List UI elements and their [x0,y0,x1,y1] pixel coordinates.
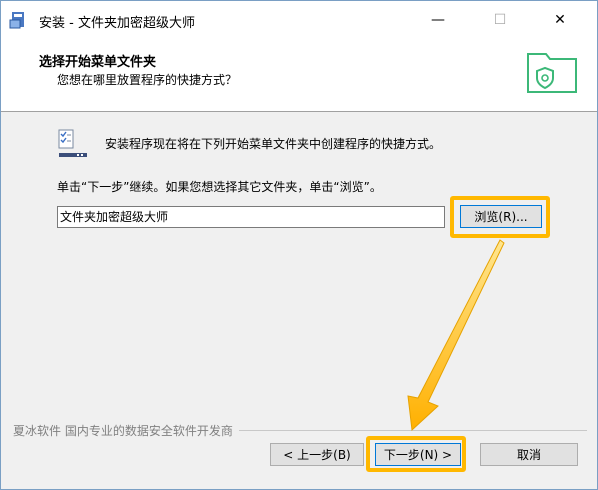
window-title: 安装 - 文件夹加密超级大师 [39,16,195,31]
maximize-icon: ☐ [493,12,507,28]
title-bar[interactable]: 安装 - 文件夹加密超级大师 — ☐ ✕ [1,1,597,39]
wizard-body: 安装程序现在将在下列开始菜单文件夹中创建程序的快捷方式。 单击“下一步”继续。如… [1,112,597,412]
start-menu-folder-input[interactable]: 文件夹加密超级大师 [57,206,445,228]
next-highlight-box [366,436,466,472]
minimize-icon: — [431,12,445,28]
minimize-button[interactable]: — [415,1,461,39]
installer-window: 安装 - 文件夹加密超级大师 — ☐ ✕ 选择开始菜单文件夹 您想在哪里放置程序… [0,0,598,490]
back-button-label: < 上一步(B) [283,448,351,462]
maximize-button[interactable]: ☐ [477,1,523,39]
hint-text: 单击“下一步”继续。如果您想选择其它文件夹，单击“浏览”。 [57,180,382,194]
cancel-button[interactable]: 取消 [480,443,578,466]
back-button[interactable]: < 上一步(B) [270,443,364,466]
wizard-header: 选择开始菜单文件夹 您想在哪里放置程序的快捷方式？ [1,39,597,112]
page-title: 选择开始菜单文件夹 [39,55,157,70]
page-subtitle: 您想在哪里放置程序的快捷方式？ [57,73,238,87]
intro-text: 安装程序现在将在下列开始菜单文件夹中创建程序的快捷方式。 [105,137,442,151]
shortcut-list-icon [58,129,87,157]
brand-text: 夏冰软件 国内专业的数据安全软件开发商 [13,424,233,438]
close-button[interactable]: ✕ [537,1,583,39]
close-icon: ✕ [554,12,566,28]
browse-highlight-box [450,196,550,238]
folder-shield-icon [527,53,577,93]
footer-divider: 夏冰软件 国内专业的数据安全软件开发商 [1,422,597,439]
divider-line [238,430,587,431]
cancel-button-label: 取消 [516,448,541,462]
installer-app-icon [9,12,24,29]
